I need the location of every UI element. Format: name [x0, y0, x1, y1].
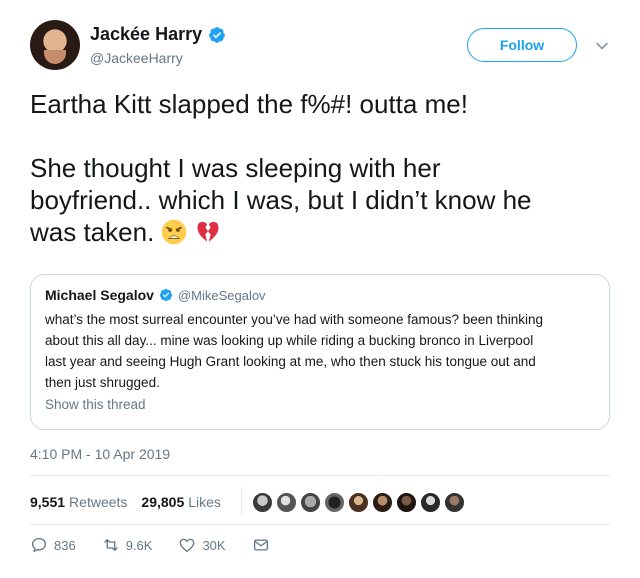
follow-button[interactable]: Follow — [467, 28, 577, 62]
tweet-line-text: was taken. — [30, 217, 155, 247]
liker-avatar[interactable] — [419, 491, 441, 513]
chevron-down-icon[interactable] — [592, 36, 612, 56]
heart-icon — [180, 538, 195, 553]
liker-avatar[interactable] — [443, 491, 465, 513]
divider — [30, 475, 610, 476]
weary-face-icon — [162, 219, 187, 245]
reply-button[interactable]: 836 — [30, 536, 76, 554]
retweets-label[interactable]: Retweets — [69, 494, 127, 510]
author-handle[interactable]: @JackeeHarry — [90, 50, 183, 66]
like-button[interactable]: 30K — [178, 536, 226, 554]
quoted-line: what’s the most surreal encounter you’ve… — [45, 312, 544, 327]
broken-heart-icon — [197, 221, 219, 242]
engagement-stats: 9,551 Retweets 29,805 Likes — [30, 487, 465, 517]
quoted-line: last year and seeing Hugh Grant looking … — [45, 354, 536, 369]
tweet-timestamp[interactable]: 4:10 PM - 10 Apr 2019 — [30, 446, 170, 462]
liker-avatar[interactable] — [251, 491, 273, 513]
liker-avatar[interactable] — [347, 491, 369, 513]
liker-avatar[interactable] — [395, 491, 417, 513]
liker-avatars — [251, 491, 465, 513]
quoted-author-handle[interactable]: @MikeSegalov — [178, 288, 266, 303]
tweet-header: Jackée Harry @JackeeHarry Follow — [30, 20, 620, 76]
liker-avatar[interactable] — [275, 491, 297, 513]
reply-icon — [31, 537, 47, 553]
tweet-text: Eartha Kitt slapped the f%#! outta me! S… — [30, 88, 610, 248]
retweet-button[interactable]: 9.6K — [102, 536, 153, 554]
author-avatar[interactable] — [30, 20, 80, 70]
verified-badge-icon — [159, 288, 173, 302]
liker-avatar[interactable] — [323, 491, 345, 513]
author-name[interactable]: Jackée Harry — [90, 24, 202, 45]
quoted-tweet[interactable]: Michael Segalov @MikeSegalov what’s the … — [30, 274, 610, 430]
quoted-author-name[interactable]: Michael Segalov — [45, 287, 154, 303]
direct-message-button[interactable] — [252, 536, 270, 554]
retweet-count: 9.6K — [125, 537, 153, 553]
reply-count: 836 — [54, 537, 76, 553]
tweet-line-last: was taken. — [30, 216, 610, 248]
divider — [30, 524, 610, 525]
like-count: 30K — [202, 537, 226, 553]
tweet-line: She thought I was sleeping with her — [30, 153, 441, 183]
retweet-icon — [104, 539, 118, 551]
quoted-line: about this all day... mine was looking u… — [45, 333, 534, 348]
likes-count[interactable]: 29,805 — [141, 494, 184, 510]
author-name-row: Jackée Harry — [90, 24, 226, 45]
show-thread-link[interactable]: Show this thread — [45, 397, 595, 412]
verified-badge-icon — [209, 26, 225, 43]
liker-avatar[interactable] — [299, 491, 321, 513]
envelope-icon — [253, 539, 268, 551]
tweet-line: Eartha Kitt slapped the f%#! outta me! — [30, 89, 468, 119]
retweets-count[interactable]: 9,551 — [30, 494, 65, 510]
stats-separator — [240, 487, 242, 517]
quoted-header: Michael Segalov @MikeSegalov — [45, 287, 595, 303]
quoted-line: then just shrugged. — [45, 375, 160, 390]
liker-avatar[interactable] — [371, 491, 393, 513]
likes-label[interactable]: Likes — [188, 494, 221, 510]
quoted-text: what’s the most surreal encounter you’ve… — [45, 309, 595, 393]
tweet-actions: 836 9.6K 30K — [30, 536, 296, 554]
tweet-line: boyfriend.. which I was, but I didn’t kn… — [30, 185, 532, 215]
